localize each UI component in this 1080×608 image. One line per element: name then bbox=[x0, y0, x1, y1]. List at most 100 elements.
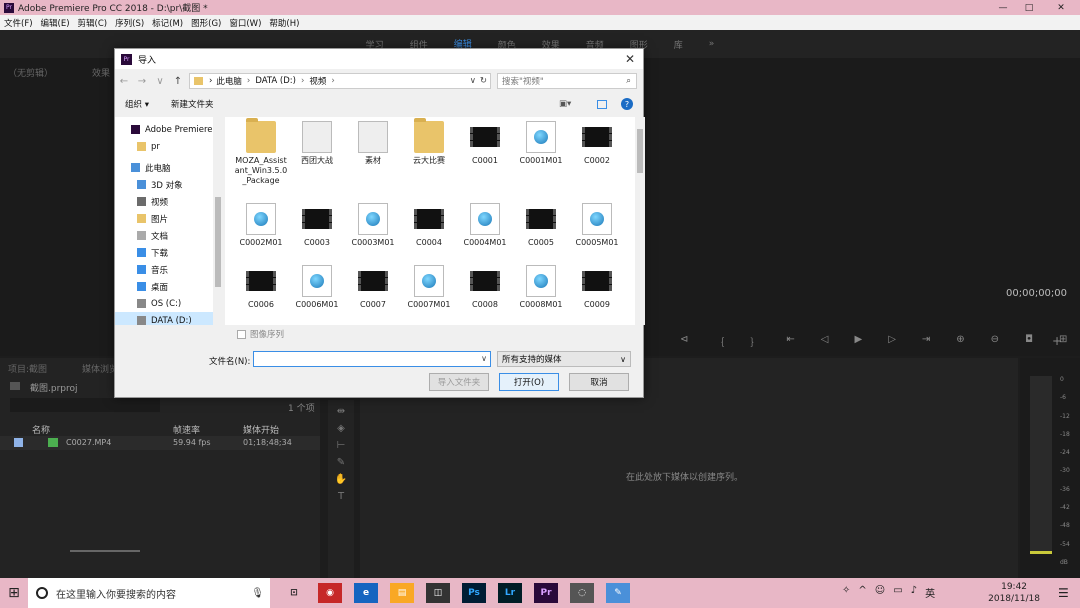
task-view-icon[interactable]: ⊡ bbox=[282, 583, 306, 603]
file-item[interactable]: C0008M01 bbox=[513, 265, 569, 310]
edge-browser-icon[interactable]: e bbox=[354, 583, 378, 603]
razor-tool-icon[interactable]: ◈ bbox=[337, 423, 345, 434]
image-sequence-checkbox[interactable] bbox=[237, 329, 246, 339]
clock[interactable]: 19:42 2018/11/18 bbox=[988, 581, 1040, 605]
people-icon[interactable]: ✧ bbox=[842, 585, 850, 600]
image-sequence-option[interactable]: 图像序列 bbox=[237, 328, 284, 340]
ripple-edit-tool-icon[interactable]: ⇹ bbox=[337, 406, 345, 417]
file-item[interactable]: C0007 bbox=[345, 265, 401, 310]
filename-input[interactable]: ∨ bbox=[253, 351, 491, 367]
go-to-in-icon[interactable]: ⇤ bbox=[786, 334, 794, 349]
refresh-icon[interactable]: ↻ bbox=[480, 76, 487, 86]
file-item[interactable]: C0004M01 bbox=[457, 203, 513, 248]
microphone-icon[interactable]: 🎙 bbox=[251, 588, 264, 599]
breadcrumb-this-pc[interactable]: 此电脑 bbox=[216, 75, 242, 87]
maximize-button[interactable]: □ bbox=[1014, 0, 1044, 15]
nav-item[interactable]: 文档 bbox=[115, 227, 223, 244]
file-item[interactable]: C0001 bbox=[457, 121, 513, 166]
step-forward-icon[interactable]: ▷ bbox=[888, 334, 896, 349]
file-item[interactable]: C0003M01 bbox=[345, 203, 401, 248]
breadcrumb-data-drive[interactable]: DATA (D:) bbox=[255, 76, 296, 86]
source-tab[interactable]: （无剪辑） bbox=[8, 66, 53, 79]
col-name-header[interactable]: 名称 bbox=[32, 423, 50, 436]
nav-item[interactable]: 视频 bbox=[115, 193, 223, 210]
nav-item[interactable]: 音乐 bbox=[115, 261, 223, 278]
menu-item[interactable]: 标记(M) bbox=[152, 17, 183, 29]
search-input[interactable]: 搜索"视频" ⌕ bbox=[497, 73, 637, 89]
file-explorer-icon[interactable]: ▤ bbox=[390, 583, 414, 603]
step-back-icon[interactable]: ◁ bbox=[821, 334, 829, 349]
project-search-input[interactable] bbox=[10, 398, 160, 412]
file-item[interactable]: C0008 bbox=[457, 265, 513, 310]
nav-item[interactable]: 下载 bbox=[115, 244, 223, 261]
qq-icon[interactable]: ☺ bbox=[875, 585, 885, 600]
file-item[interactable]: C0003 bbox=[289, 203, 345, 248]
workspace-tab[interactable]: 库 bbox=[674, 38, 683, 51]
file-item[interactable]: C0002 bbox=[569, 121, 625, 166]
file-scrollbar-thumb[interactable] bbox=[637, 129, 643, 173]
menu-item[interactable]: 帮助(H) bbox=[269, 17, 299, 29]
file-item[interactable]: C0002M01 bbox=[233, 203, 289, 248]
play-icon[interactable]: ▶ bbox=[854, 334, 862, 349]
menu-item[interactable]: 编辑(E) bbox=[41, 17, 70, 29]
address-bar[interactable]: › 此电脑 › DATA (D:) › 视频 › ∨ ↻ bbox=[189, 73, 491, 89]
nav-scrollbar-thumb[interactable] bbox=[215, 197, 221, 287]
type-tool-icon[interactable]: T bbox=[338, 491, 344, 502]
battery-icon[interactable]: ▭ bbox=[893, 585, 902, 600]
paint-icon[interactable]: ✎ bbox=[606, 583, 630, 603]
file-item[interactable]: C0004 bbox=[401, 203, 457, 248]
nav-scrollbar[interactable] bbox=[213, 117, 223, 325]
file-item[interactable]: C0005M01 bbox=[569, 203, 625, 248]
show-hidden-icons-icon[interactable]: ^ bbox=[858, 585, 866, 600]
lift-icon[interactable]: ⊕ bbox=[956, 334, 964, 349]
open-button[interactable]: 打开(O) bbox=[499, 373, 559, 391]
address-dropdown-icon[interactable]: ∨ bbox=[470, 76, 476, 86]
photoshop-icon[interactable]: Ps bbox=[462, 583, 486, 603]
camera-icon[interactable]: ◘ bbox=[1025, 334, 1033, 349]
effects-tab[interactable]: 效果 bbox=[92, 66, 110, 79]
file-item[interactable]: MOZA_Assistant_Win3.5.0_Package bbox=[233, 118, 289, 186]
mark-in-icon[interactable]: ⊲ bbox=[680, 334, 688, 349]
project-tab[interactable]: 项目:截图 bbox=[8, 362, 47, 375]
file-item[interactable]: C0005 bbox=[513, 203, 569, 248]
view-options-icon[interactable]: ▣▾ bbox=[559, 99, 571, 109]
file-item[interactable]: C0006 bbox=[233, 265, 289, 310]
file-item[interactable]: 西团大战 bbox=[289, 121, 345, 166]
store-icon[interactable]: ◫ bbox=[426, 583, 450, 603]
taskbar-search-input[interactable]: 在这里输入你要搜索的内容 🎙 bbox=[28, 578, 270, 608]
col-fps-header[interactable]: 帧速率 bbox=[173, 423, 200, 436]
help-icon[interactable]: ? bbox=[621, 98, 633, 110]
preview-pane-icon[interactable] bbox=[597, 99, 607, 109]
nav-item[interactable]: DATA (D:) bbox=[115, 312, 223, 325]
menu-item[interactable]: 剪辑(C) bbox=[78, 17, 108, 29]
dialog-close-icon[interactable]: ✕ bbox=[625, 52, 635, 66]
netease-music-icon[interactable]: ◉ bbox=[318, 583, 342, 603]
nav-item[interactable]: pr bbox=[115, 138, 223, 155]
volume-icon[interactable]: ♪ bbox=[911, 585, 917, 600]
cancel-button[interactable]: 取消 bbox=[569, 373, 629, 391]
file-item[interactable]: 素材 bbox=[345, 121, 401, 166]
file-item[interactable]: C0006M01 bbox=[289, 265, 345, 310]
nav-item[interactable]: OS (C:) bbox=[115, 295, 223, 312]
zoom-slider[interactable] bbox=[70, 550, 140, 552]
media-browser-tab[interactable]: 媒体浏览 bbox=[82, 362, 118, 375]
add-button-icon[interactable]: + bbox=[1052, 334, 1062, 348]
forward-arrow-icon[interactable]: → bbox=[133, 76, 151, 87]
menu-item[interactable]: 序列(S) bbox=[115, 17, 144, 29]
file-item[interactable]: C0009 bbox=[569, 265, 625, 310]
lightroom-icon[interactable]: Lr bbox=[498, 583, 522, 603]
input-method-icon[interactable]: 英 bbox=[925, 585, 935, 600]
breadcrumb-video[interactable]: 视频 bbox=[309, 75, 326, 87]
file-item[interactable]: C0001M01 bbox=[513, 121, 569, 166]
nav-item[interactable]: 桌面 bbox=[115, 278, 223, 295]
back-arrow-icon[interactable]: ← bbox=[115, 76, 133, 87]
nav-item[interactable]: Adobe Premiere bbox=[115, 121, 223, 138]
nav-item[interactable]: 图片 bbox=[115, 210, 223, 227]
premiere-icon[interactable]: Pr bbox=[534, 583, 558, 603]
table-row[interactable]: C0027.MP4 59.94 fps 01;18;48;34 bbox=[0, 436, 320, 450]
nav-item[interactable]: 3D 对象 bbox=[115, 176, 223, 193]
pen-tool-icon[interactable]: ✎ bbox=[337, 457, 345, 468]
marker-icon[interactable]: ｛ bbox=[714, 334, 724, 349]
import-folder-button[interactable]: 导入文件夹 bbox=[429, 373, 489, 391]
organize-button[interactable]: 组织 ▾ bbox=[125, 98, 149, 110]
